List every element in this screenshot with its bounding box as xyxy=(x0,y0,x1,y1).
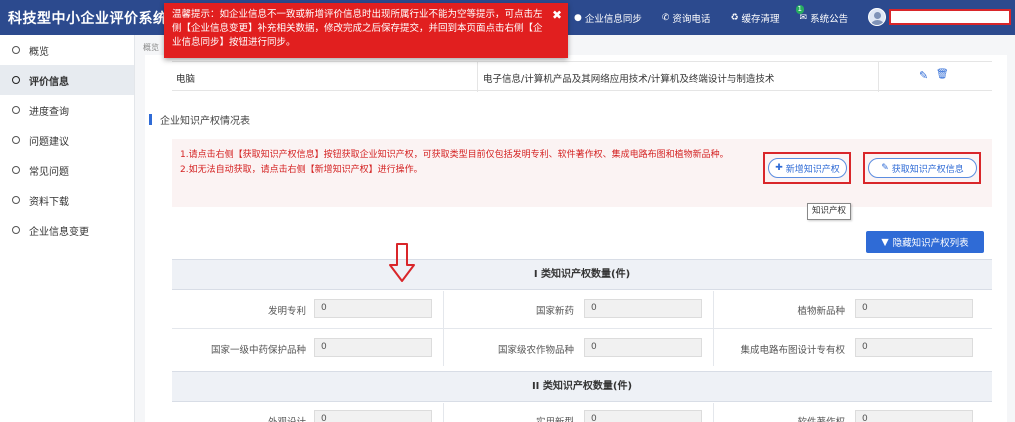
app-title: 科技型中小企业评价系统 xyxy=(8,11,168,27)
tech-product-name: 电脑 xyxy=(176,74,196,85)
sidebar-item-label: 常见问题 xyxy=(29,166,69,178)
utility-model-input[interactable]: 0 xyxy=(584,410,702,422)
plus-icon: ✚ xyxy=(775,163,783,173)
national-new-drug-input[interactable]: 0 xyxy=(584,299,702,318)
edit-icon[interactable]: ✎ xyxy=(919,69,928,82)
user-name-box-highlighted[interactable] xyxy=(889,9,1011,25)
crop-variety-input[interactable]: 0 xyxy=(584,338,702,357)
nav-sync-label: 企业信息同步 xyxy=(584,13,642,25)
section-title-text: 企业知识产权情况表 xyxy=(160,116,250,127)
add-ip-button[interactable]: ✚ 新增知识产权 xyxy=(768,158,847,178)
sidebar: 概览 评价信息 进度查询 问题建议 常见问题 资料下载 企业信息变更 xyxy=(0,35,135,422)
circle-icon xyxy=(12,136,20,144)
plant-variety-input[interactable]: 0 xyxy=(855,299,973,318)
sidebar-item-label: 概览 xyxy=(29,46,49,58)
sidebar-item-label: 问题建议 xyxy=(29,136,69,148)
close-icon[interactable]: ✖ xyxy=(552,8,562,22)
mail-icon: ✉ xyxy=(799,12,808,23)
add-ip-label: 新增知识产权 xyxy=(785,164,840,175)
circle-icon xyxy=(12,196,20,204)
sidebar-item-label: 企业信息变更 xyxy=(29,226,89,238)
main-content: 概览 电脑 电子信息/计算机产品及其网络应用技术/计算机及终端设计与制造技术 ✎… xyxy=(135,35,1015,422)
field-label-crop-variety: 国家级农作物品种 xyxy=(497,345,574,356)
ip-notice-text: 1.请点击右侧【获取知识产权信息】按钮获取企业知识产权，可获取类型目前仅包括发明… xyxy=(180,148,735,178)
sidebar-item-faq[interactable]: 常见问题 xyxy=(0,155,134,185)
arrow-down-icon xyxy=(389,243,415,282)
sidebar-item-label: 资料下载 xyxy=(29,196,69,208)
circle-icon xyxy=(12,166,20,174)
software-copyright-input[interactable]: 0 xyxy=(855,410,973,422)
sidebar-item-downloads[interactable]: 资料下载 xyxy=(0,185,134,215)
row-divider xyxy=(172,328,992,329)
warning-toast: 温馨提示：如企业信息不一致或新增评价信息时出现所属行业不能为空等提示，可点击左侧… xyxy=(164,3,568,58)
phone-icon: ✆ xyxy=(661,12,670,23)
circle-icon xyxy=(12,46,20,54)
field-label-tcm-protection: 国家一级中药保护品种 xyxy=(210,345,306,356)
hide-ip-list-button[interactable]: ▼ 隐藏知识产权列表 xyxy=(866,231,984,253)
tooltip: 知识产权 xyxy=(807,203,852,220)
nav-system-notice[interactable]: 1 ✉ 系统公告 xyxy=(795,4,849,25)
field-label-utility-model: 实用新型 xyxy=(448,414,574,422)
circle-icon xyxy=(12,106,20,114)
design-input[interactable]: 0 xyxy=(314,410,432,422)
sidebar-item-evaluation-info[interactable]: 评价信息 xyxy=(0,65,134,95)
avatar[interactable] xyxy=(868,8,886,26)
field-label-national-new-drug: 国家新药 xyxy=(535,306,574,317)
column-divider xyxy=(443,403,444,422)
filter-icon: ▼ xyxy=(881,236,889,248)
fetch-ip-label: 获取知识产权信息 xyxy=(891,164,964,175)
notice-count-badge: 1 xyxy=(795,4,804,14)
circle-icon xyxy=(12,226,20,234)
sidebar-item-company-info-change[interactable]: 企业信息变更 xyxy=(0,215,134,245)
sidebar-item-progress-query[interactable]: 进度查询 xyxy=(0,95,134,125)
field-label-design: 外观设计 xyxy=(178,414,306,422)
fetch-ip-info-button[interactable]: ✎ 获取知识产权信息 xyxy=(868,158,977,178)
circle-icon xyxy=(12,76,20,84)
table-row: 电脑 电子信息/计算机产品及其网络应用技术/计算机及终端设计与制造技术 ✎ 🗑 xyxy=(172,61,992,92)
header-nav: ● 企业信息同步 ✆ 资询电话 ♻ 缓存清理 1 ✉ 系统公告 xyxy=(574,0,868,35)
nav-notice-label: 系统公告 xyxy=(810,13,849,25)
sidebar-item-suggestions[interactable]: 问题建议 xyxy=(0,125,134,155)
notice-line-1: 1.请点击右侧【获取知识产权信息】按钮获取企业知识产权，可获取类型目前仅包括发明… xyxy=(180,150,729,160)
hide-ip-list-label: 隐藏知识产权列表 xyxy=(892,238,969,249)
recycle-icon: ♻ xyxy=(730,12,739,23)
tcm-protection-input[interactable]: 0 xyxy=(314,338,432,357)
class2-header: II 类知识产权数量(件) xyxy=(172,371,992,402)
invention-patent-input[interactable]: 0 xyxy=(314,299,432,318)
column-divider xyxy=(878,62,879,92)
user-icon: ● xyxy=(574,12,582,23)
nav-sync-company-info[interactable]: ● 企业信息同步 xyxy=(574,11,642,25)
nav-cache-label: 缓存清理 xyxy=(741,13,780,25)
content-panel: 电脑 电子信息/计算机产品及其网络应用技术/计算机及终端设计与制造技术 ✎ 🗑 … xyxy=(145,55,1007,422)
ic-layout-input[interactable]: 0 xyxy=(855,338,973,357)
section-title: 企业知识产权情况表 xyxy=(149,112,250,127)
sidebar-item-label: 进度查询 xyxy=(29,106,69,118)
sidebar-item-overview[interactable]: 概览 xyxy=(0,35,134,65)
sidebar-item-label: 评价信息 xyxy=(29,76,69,88)
nav-clear-cache[interactable]: ♻ 缓存清理 xyxy=(730,11,779,25)
tech-field-desc: 电子信息/计算机产品及其网络应用技术/计算机及终端设计与制造技术 xyxy=(483,74,775,85)
field-label-invention-patent: 发明专利 xyxy=(267,306,306,317)
section-marker xyxy=(149,114,152,125)
nav-consult-phone[interactable]: ✆ 资询电话 xyxy=(662,11,711,25)
field-label-ic-layout: 集成电路布图设计专有权 xyxy=(740,345,845,356)
notice-line-2: 2.如无法自动获取，请点击右侧【新增知识产权】进行操作。 xyxy=(180,165,423,175)
nav-phone-label: 资询电话 xyxy=(672,13,711,25)
column-divider xyxy=(477,62,478,92)
toast-message: 温馨提示：如企业信息不一致或新增评价信息时出现所属行业不能为空等提示，可点击左侧… xyxy=(172,9,543,48)
field-label-plant-variety: 植物新品种 xyxy=(797,306,845,317)
breadcrumb[interactable]: 概览 xyxy=(143,42,159,53)
field-label-software-copyright: 软件著作权 xyxy=(718,414,845,422)
column-divider xyxy=(713,403,714,422)
pencil-icon: ✎ xyxy=(881,163,889,173)
trash-icon[interactable]: 🗑 xyxy=(936,69,949,80)
class1-header: I 类知识产权数量(件) xyxy=(172,259,992,290)
